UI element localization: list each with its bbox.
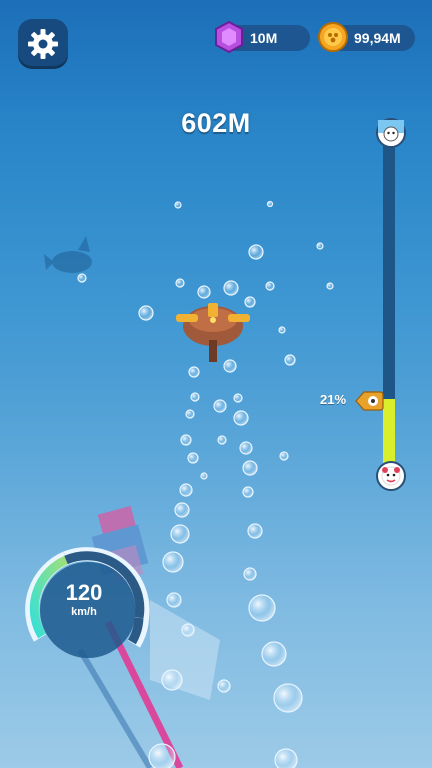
gems-value: 10M: [250, 30, 278, 46]
flag-icon: [378, 120, 404, 142]
depth-distance: 602M: [181, 108, 251, 138]
settings-button[interactable]: [18, 19, 68, 69]
speed-value: 120: [65, 580, 103, 605]
coins-value: 99,94M: [354, 30, 401, 46]
player-face-icon: [381, 466, 401, 486]
coin-icon: [318, 22, 348, 52]
shark-silhouette: [44, 236, 92, 273]
speed-unit: km/h: [71, 606, 97, 618]
submarine: [176, 303, 250, 362]
progress-percent: 21%: [320, 392, 347, 407]
goal-avatar: [376, 118, 406, 148]
gear-icon: [28, 29, 58, 59]
coins-counter[interactable]: 99,94M: [318, 22, 415, 52]
progress-marker-icon: [355, 391, 384, 411]
gem-icon: [215, 20, 243, 54]
gems-counter[interactable]: 10M: [215, 20, 310, 54]
player-avatar: [376, 461, 406, 491]
